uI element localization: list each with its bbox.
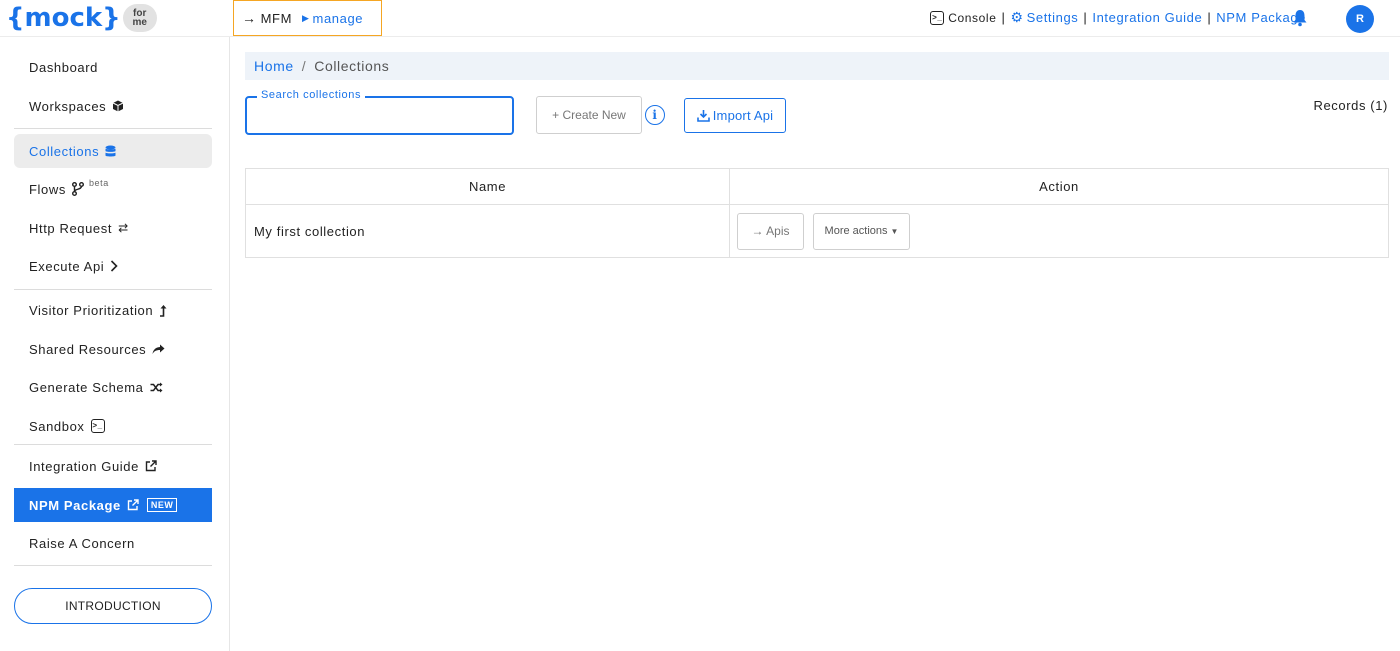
more-actions-dropdown[interactable]: More actions ▼ [813, 212, 910, 250]
records-count: Records (1) [1313, 98, 1388, 113]
sidebar-item-shared-resources[interactable]: Shared Resources [14, 332, 212, 366]
sidebar-item-label: NPM Package [29, 497, 121, 513]
caret-down-icon: ▼ [890, 226, 899, 236]
search-label: Search collections [257, 89, 366, 101]
sidebar-item-label: Workspaces [29, 98, 107, 114]
arrow-right-icon: → [242, 10, 257, 26]
top-nav: >_ Console | ⚙ Settings | Integration Gui… [930, 9, 1306, 26]
collection-name: My first collection [246, 205, 730, 257]
table-header-row: Name Action [246, 169, 1388, 205]
sidebar-item-label: Visitor Prioritization [29, 302, 154, 318]
logo-text: {mock} [6, 3, 121, 33]
logo[interactable]: {mock} for me [6, 2, 157, 34]
bell-icon[interactable] [1292, 9, 1308, 27]
nav-separator: | [1001, 10, 1006, 25]
sidebar-item-label: Collections [29, 143, 100, 159]
download-icon [696, 110, 710, 122]
sidebar-item-flows[interactable]: Flows beta [14, 172, 212, 206]
breadcrumb-separator: / [301, 58, 307, 74]
sidebar-item-dashboard[interactable]: Dashboard [14, 50, 212, 84]
manage-link[interactable]: manage [313, 11, 364, 26]
table-header-action: Action [1039, 179, 1079, 194]
integration-guide-link[interactable]: Integration Guide [1092, 10, 1202, 25]
create-new-button[interactable]: + Create New [536, 96, 642, 134]
terminal-icon: >_ [90, 419, 109, 433]
apis-button[interactable]: → Apis [737, 212, 804, 250]
sidebar-item-integration-guide[interactable]: Integration Guide [14, 449, 212, 483]
breadcrumb: Home / Collections [245, 52, 1389, 80]
breadcrumb-home-link[interactable]: Home [254, 58, 294, 74]
sidebar-item-http-request[interactable]: Http Request ⇄ [14, 211, 212, 245]
mfm-label: MFM [260, 10, 293, 26]
terminal-icon: >_ [930, 10, 945, 25]
search-input[interactable] [255, 104, 503, 128]
table-row: My first collection → Apis More actions … [246, 205, 1388, 257]
sidebar-item-label: Shared Resources [29, 341, 147, 357]
sidebar-item-execute-api[interactable]: Execute Api [14, 249, 212, 283]
introduction-button[interactable]: INTRODUCTION [14, 588, 212, 624]
more-actions-label: More actions [824, 225, 888, 237]
mfm-switcher[interactable]: → MFM ▶ manage [233, 0, 382, 36]
sidebar-item-label: Integration Guide [29, 458, 139, 474]
import-api-label: Import Api [712, 108, 774, 123]
settings-label: Settings [1026, 10, 1079, 25]
external-link-icon [127, 499, 139, 511]
share-icon [152, 344, 165, 355]
table-header-name: Name [246, 169, 730, 204]
sidebar-item-label: Http Request [29, 220, 113, 236]
sidebar-divider [14, 444, 212, 445]
sidebar-item-npm-package[interactable]: NPM Package NEW [14, 488, 212, 522]
info-icon[interactable]: i [645, 105, 665, 125]
sidebar-item-visitor-prioritization[interactable]: Visitor Prioritization [14, 293, 212, 327]
exchange-icon: ⇄ [118, 221, 129, 235]
logo-badge-bottom: me [132, 17, 147, 28]
cube-icon [112, 100, 124, 112]
console-label: Console [948, 10, 997, 25]
shuffle-icon [150, 382, 163, 393]
sidebar-item-label: Generate Schema [29, 379, 144, 395]
sidebar: Dashboard Workspaces Collections Flows b… [0, 37, 230, 651]
settings-link[interactable]: ⚙ Settings [1010, 9, 1078, 26]
caret-right-icon: ▶ [302, 12, 310, 23]
sidebar-divider [14, 565, 212, 566]
breadcrumb-current: Collections [314, 58, 390, 74]
gear-icon: ⚙ [1010, 9, 1024, 25]
nav-separator: | [1207, 10, 1212, 25]
sidebar-item-label: Raise A Concern [29, 535, 135, 551]
logo-badge: for me [122, 4, 157, 32]
sidebar-item-generate-schema[interactable]: Generate Schema [14, 370, 212, 404]
sidebar-item-label: Sandbox [29, 418, 85, 434]
level-up-icon [159, 304, 168, 317]
chevron-right-icon [110, 260, 118, 272]
sidebar-divider [14, 128, 212, 129]
sidebar-item-label: Flows [29, 181, 66, 197]
sidebar-item-sandbox[interactable]: Sandbox >_ [14, 409, 212, 443]
import-api-button[interactable]: Import Api [684, 98, 786, 133]
sidebar-item-label: Execute Api [29, 258, 105, 274]
avatar[interactable]: R [1346, 5, 1374, 33]
beta-tag: beta [88, 178, 109, 188]
nav-separator: | [1083, 10, 1088, 25]
sidebar-item-label: Dashboard [29, 59, 98, 75]
branch-icon [71, 182, 84, 196]
database-icon [105, 145, 116, 158]
external-link-icon [145, 460, 157, 472]
console-link[interactable]: >_ Console [930, 10, 997, 25]
collections-table: Name Action My first collection → Apis M… [245, 168, 1389, 258]
sidebar-divider [14, 289, 212, 290]
sidebar-item-collections[interactable]: Collections [14, 134, 212, 168]
new-badge: NEW [146, 498, 178, 512]
search-field[interactable]: Search collections [245, 89, 514, 135]
row-actions: → Apis More actions ▼ [730, 205, 1388, 257]
sidebar-item-raise-a-concern[interactable]: Raise A Concern [14, 526, 212, 560]
top-bar: {mock} for me → MFM ▶ manage >_ Console … [0, 0, 1400, 37]
sidebar-item-workspaces[interactable]: Workspaces [14, 89, 212, 123]
